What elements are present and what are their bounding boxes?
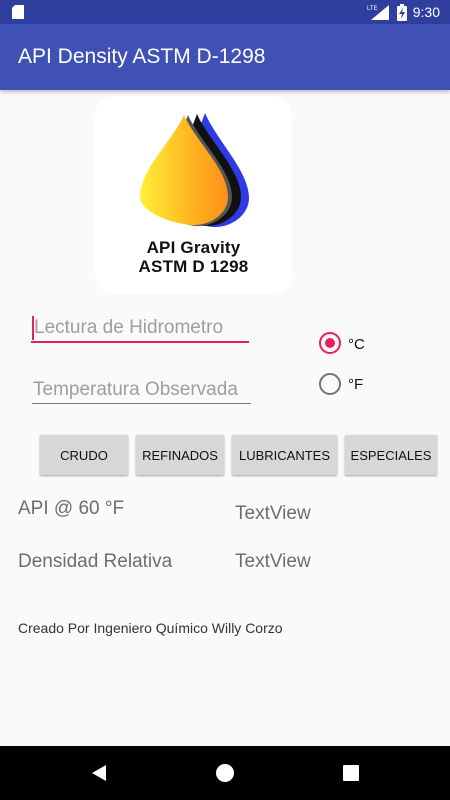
home-icon[interactable] bbox=[215, 763, 235, 783]
especiales-button[interactable]: ESPECIALES bbox=[345, 435, 437, 475]
temperature-underline bbox=[32, 403, 251, 404]
density-value: TextView bbox=[235, 551, 311, 572]
refinados-button[interactable]: REFINADOS bbox=[136, 435, 224, 475]
recents-icon[interactable] bbox=[343, 765, 359, 781]
hydrometer-placeholder: Lectura de Hidrometro bbox=[34, 317, 224, 338]
app-title: API Density ASTM D-1298 bbox=[18, 45, 266, 68]
celsius-radio-circle[interactable] bbox=[319, 332, 341, 354]
app-logo: API Gravity ASTM D 1298 bbox=[95, 96, 292, 294]
api-value: TextView bbox=[235, 503, 311, 524]
status-time: 9:30 bbox=[412, 4, 440, 20]
api-label: API @ 60 °F bbox=[18, 498, 125, 519]
lubricantes-button[interactable]: LUBRICANTES bbox=[232, 435, 337, 475]
radio-selected-dot bbox=[325, 338, 335, 348]
sim-card-icon bbox=[12, 5, 24, 19]
back-icon[interactable] bbox=[90, 764, 108, 782]
density-label: Densidad Relativa bbox=[18, 551, 173, 572]
credit-text: Creado Por Ingeniero Químico Willy Corzo bbox=[18, 620, 283, 636]
hydrometer-underline bbox=[31, 341, 249, 343]
crudo-button[interactable]: CRUDO bbox=[40, 435, 128, 475]
fahrenheit-radio-circle[interactable] bbox=[319, 373, 341, 395]
status-bar: LTE 9:30 bbox=[0, 0, 450, 24]
celsius-label: °C bbox=[348, 336, 365, 353]
temperature-placeholder: Temperatura Observada bbox=[33, 379, 238, 400]
battery-charging-icon bbox=[396, 3, 407, 21]
lte-signal-icon: LTE bbox=[367, 5, 389, 20]
app-bar: API Density ASTM D-1298 bbox=[0, 24, 450, 90]
logo-line-1: API Gravity bbox=[146, 238, 241, 257]
logo-line-2: ASTM D 1298 bbox=[138, 257, 249, 276]
navigation-bar bbox=[0, 746, 450, 800]
oil-drop-icon bbox=[140, 113, 249, 227]
fahrenheit-label: °F bbox=[348, 376, 364, 393]
svg-text:LTE: LTE bbox=[367, 6, 378, 12]
